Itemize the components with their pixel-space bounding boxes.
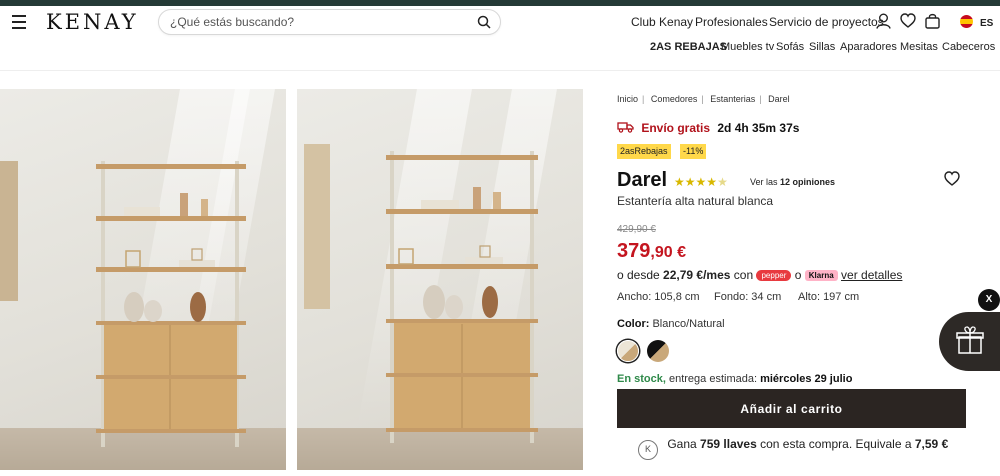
delivery-text: entrega estimada:	[668, 373, 758, 385]
top-strip	[0, 0, 1000, 6]
product-image-2[interactable]	[297, 89, 583, 470]
kenay-key-icon: K	[638, 440, 658, 460]
shelf-illustration	[386, 151, 538, 443]
financing-con: con	[733, 268, 754, 282]
language-label: ES	[980, 18, 994, 29]
cat-sofas[interactable]: Sofás	[776, 41, 804, 53]
wishlist-heart-icon[interactable]	[944, 171, 960, 191]
breadcrumb-inicio[interactable]: Inicio	[617, 94, 638, 104]
color-swatch-negro-natural[interactable]	[647, 340, 669, 362]
search-icon[interactable]	[477, 15, 491, 34]
cat-cabeceros[interactable]: Cabeceros	[942, 41, 995, 53]
reviews-link[interactable]: Ver las 12 opiniones	[750, 177, 835, 187]
spain-flag-icon	[960, 15, 973, 28]
star-icon: ★	[674, 175, 685, 189]
current-price: 379,90 €	[617, 240, 686, 263]
rating-stars[interactable]: ★★★★★	[674, 175, 728, 189]
breadcrumb-current: Darel	[768, 94, 790, 104]
financing-or: o	[794, 268, 802, 282]
cart-icon[interactable]	[925, 13, 940, 34]
old-price: 429,90 €	[617, 224, 656, 235]
star-half-icon: ★	[717, 175, 728, 189]
breadcrumb-estanterias[interactable]: Estanterias	[710, 94, 755, 104]
gift-icon	[956, 326, 984, 354]
search-bar[interactable]	[158, 9, 501, 35]
color-value: Blanco/Natural	[652, 318, 725, 330]
color-label-key: Color:	[617, 318, 650, 330]
cat-aparadores[interactable]: Aparadores	[840, 41, 897, 53]
klarna-logo: Klarna	[804, 270, 838, 281]
nav-profesionales[interactable]: Profesionales	[695, 15, 768, 29]
header-divider	[0, 70, 1000, 71]
product-title: Darel	[617, 169, 668, 191]
countdown-timer: 2d 4h 35m 37s	[717, 121, 800, 135]
financing-prefix: o desde	[617, 268, 660, 282]
truck-icon	[617, 122, 634, 133]
price-decimals: ,90 €	[650, 244, 686, 261]
color-label: Color: Blanco/Natural	[617, 318, 725, 330]
reviews-prefix: Ver las	[750, 177, 778, 187]
product-image-1[interactable]	[0, 89, 286, 470]
nav-servicio-proyectos[interactable]: Servicio de proyectos	[769, 15, 884, 29]
delivery-date: miércoles 29 julio	[760, 373, 853, 385]
star-icon: ★	[706, 175, 718, 189]
stock-info: En stock, entrega estimada: miércoles 29…	[617, 373, 852, 385]
star-icon: ★	[695, 175, 707, 189]
stock-status: En stock,	[617, 373, 666, 385]
cat-rebajas[interactable]: 2AS REBAJAS	[650, 41, 727, 53]
color-swatch-blanco-natural[interactable]	[617, 340, 639, 362]
reviews-count: 12 opiniones	[780, 177, 836, 187]
loyalty-points: K Gana 759 llaves con esta compra. Equiv…	[638, 437, 948, 460]
financing-details-link[interactable]: ver detalles	[841, 268, 902, 282]
dimension-width: Ancho: 105,8 cm	[617, 291, 700, 303]
campaign-badge: 2asRebajas	[617, 144, 671, 159]
cat-muebles-tv[interactable]: Muebles tv	[721, 41, 774, 53]
financing-info: o desde 22,79 €/mes con pepper o Klarna …	[617, 268, 902, 282]
star-icon: ★	[684, 175, 696, 189]
free-shipping-label: Envío gratis	[641, 121, 711, 135]
heart-icon[interactable]	[900, 13, 916, 33]
add-to-cart-button[interactable]: Añadir al carrito	[617, 389, 966, 428]
price-integer: 379	[617, 240, 651, 262]
points-middle: con esta compra. Equivale a	[760, 437, 912, 451]
pepper-logo: pepper	[756, 270, 792, 281]
breadcrumb-comedores[interactable]: Comedores	[651, 94, 698, 104]
points-value: 7,59 €	[914, 437, 949, 451]
financing-amount: 22,79 €/mes	[663, 268, 731, 282]
points-amount: 759 llaves	[700, 437, 757, 451]
points-prefix: Gana	[667, 437, 697, 451]
search-input[interactable]	[170, 15, 470, 29]
shipping-info: Envío gratis 2d 4h 35m 37s	[617, 121, 799, 135]
breadcrumb: Inicio | Comedores | Estanterias | Darel	[617, 94, 790, 104]
product-subtitle: Estantería alta natural blanca	[617, 194, 774, 208]
shelf-illustration	[96, 161, 246, 447]
dimension-height: Alto: 197 cm	[798, 291, 860, 303]
cat-mesitas[interactable]: Mesitas	[900, 41, 938, 53]
nav-club-kenay[interactable]: Club Kenay	[631, 15, 693, 29]
user-icon[interactable]	[876, 13, 891, 34]
close-widget-button[interactable]: X	[978, 289, 1000, 311]
cat-sillas[interactable]: Sillas	[809, 41, 835, 53]
menu-icon[interactable]	[12, 15, 26, 33]
dimension-depth: Fondo: 34 cm	[714, 291, 782, 303]
gift-widget[interactable]	[939, 312, 1000, 371]
language-selector[interactable]: ES	[960, 15, 993, 29]
discount-badge: -11%	[680, 144, 707, 159]
logo[interactable]: KENAY	[46, 10, 139, 34]
